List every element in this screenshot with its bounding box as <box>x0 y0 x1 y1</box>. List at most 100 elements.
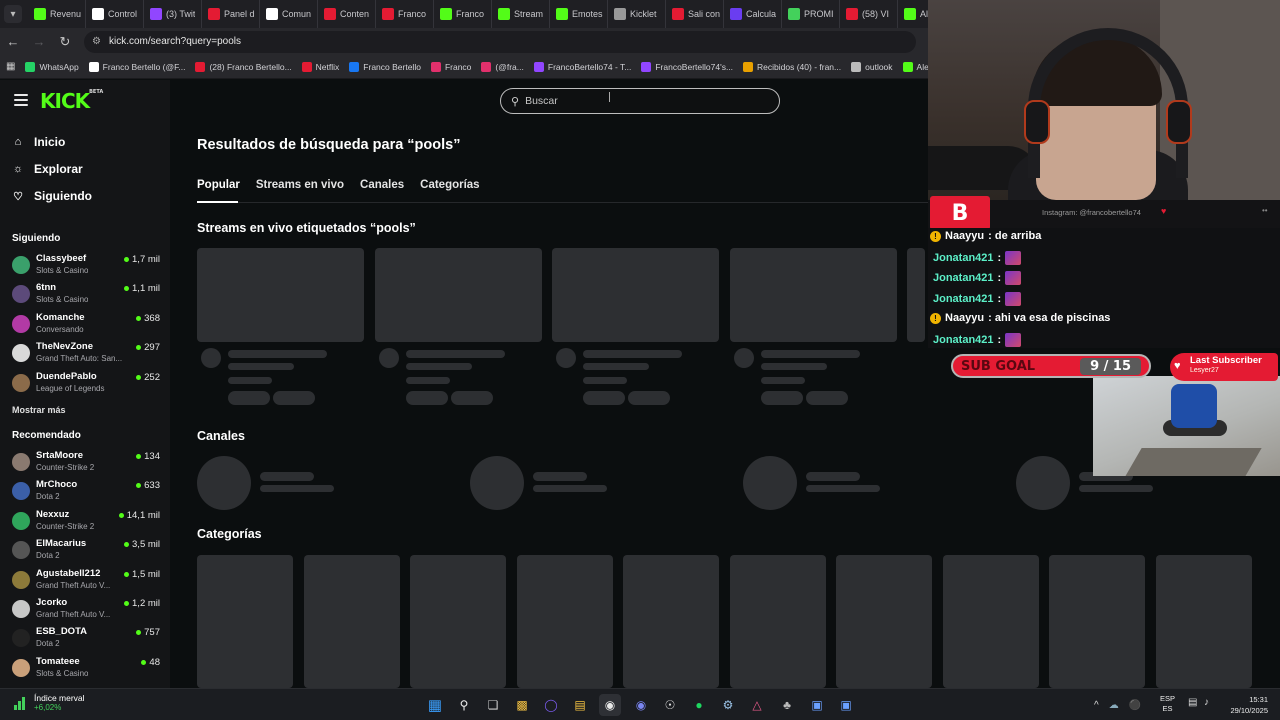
bookmark-favicon-icon <box>641 61 652 72</box>
nav-explorar[interactable]: ☼ Explorar <box>12 162 83 176</box>
channel-item[interactable]: ElMacarius Dota 2 3,5 mil <box>12 538 160 564</box>
bookmark[interactable]: (@fra... <box>481 61 524 72</box>
windows-start-icon[interactable]: ▦ <box>424 694 446 716</box>
reload-icon: ↻ <box>59 33 71 49</box>
menu-icon[interactable] <box>14 94 28 106</box>
browser-tab[interactable]: Comun <box>260 0 318 28</box>
show-more-link[interactable]: Mostrar más <box>12 405 66 415</box>
bookmark[interactable]: (28) Franco Bertello... <box>195 61 292 72</box>
browser-tab[interactable]: Control <box>86 0 144 28</box>
bookmark[interactable]: outlook <box>851 61 893 72</box>
language-indicator[interactable]: ESP ES <box>1160 694 1175 714</box>
sub-goal-bar: SUB GOAL 9 / 15 <box>951 354 1151 378</box>
bookmark[interactable]: Recibidos (40) - fran... <box>743 61 841 72</box>
tab-title: Aler <box>920 9 928 19</box>
viewer-count-text: 134 <box>144 451 160 462</box>
apps-button[interactable]: ▦ <box>6 61 15 72</box>
folder-icon[interactable]: ▤ <box>569 694 591 716</box>
chrome-icon[interactable]: ◉ <box>599 694 621 716</box>
channel-item[interactable]: DuendePablo League of Legends 252 <box>12 371 160 397</box>
spotify-icon[interactable]: ● <box>688 694 710 716</box>
browser-tab[interactable]: Conten <box>318 0 376 28</box>
chevron-up-icon[interactable]: ^ <box>1094 700 1099 711</box>
browser-tab[interactable]: Stream <box>492 0 550 28</box>
onedrive-icon[interactable]: ☁ <box>1109 700 1119 711</box>
channel-item[interactable]: SrtaMoore Counter-Strike 2 134 <box>12 450 160 476</box>
tab-channels[interactable]: Canales <box>360 179 404 201</box>
chat-text: : de arriba <box>988 230 1042 242</box>
app-icon[interactable]: ♣ <box>776 694 798 716</box>
kick-logo[interactable]: KICKBETA <box>40 89 103 113</box>
network-icon[interactable]: ▤ <box>1188 697 1197 708</box>
copilot-icon[interactable]: ◯ <box>540 694 562 716</box>
back-button[interactable]: ← <box>0 28 26 55</box>
subtitle-placeholder <box>405 363 472 370</box>
search-icon[interactable]: ⚲ <box>453 694 475 716</box>
channel-item[interactable]: ESB_DOTA Dota 2 757 <box>12 626 160 652</box>
app-icon[interactable]: △ <box>746 694 768 716</box>
channel-meta-placeholder <box>533 485 607 492</box>
chat-message: ! Naayyu: ahi va esa de piscinas <box>930 312 1110 324</box>
browser-toolbar: ← → ↻ ⚙ kick.com/search?query=pools <box>0 28 928 55</box>
browser-tab[interactable]: Sali con <box>666 0 724 28</box>
category-card-placeholder <box>410 555 506 688</box>
chat-username: Naayyu <box>945 230 985 242</box>
store-icon[interactable]: ▩ <box>511 694 533 716</box>
browser-tab[interactable]: Franco <box>376 0 434 28</box>
viewer-count-text: 14,1 mil <box>126 509 160 521</box>
stock-widget[interactable]: Índice merval +6,02% <box>14 693 85 712</box>
channel-item[interactable]: Tomateee Slots & Casino 48 <box>12 656 160 682</box>
chat-username: Jonatan421 <box>933 292 994 305</box>
browser-tab[interactable]: Calcula <box>724 0 782 28</box>
search-placeholder: Buscar <box>525 95 558 107</box>
browser-tab[interactable]: (3) Twit <box>144 0 202 28</box>
forward-button[interactable]: → <box>26 28 52 55</box>
microphone-icon[interactable]: ⚫ <box>1129 700 1141 711</box>
task-view-icon[interactable]: ❏ <box>482 694 504 716</box>
bookmark[interactable]: Franco Bertello (@F... <box>88 61 185 72</box>
bookmark[interactable]: Netflix <box>301 61 339 72</box>
address-bar[interactable]: ⚙ kick.com/search?query=pools <box>84 30 916 53</box>
clock[interactable]: 15:31 29/10/2025 <box>1224 694 1268 716</box>
viewer-count: 1,2 mil <box>124 598 160 609</box>
volume-icon[interactable]: ♪ <box>1204 697 1209 708</box>
channel-item[interactable]: Komanche Conversando 368 <box>12 312 160 338</box>
channel-item[interactable]: 6tnn Slots & Casino 1,1 mil <box>12 282 160 308</box>
bookmark[interactable]: FrancoBertello74's... <box>641 61 733 72</box>
tab-search-button[interactable]: ▾ <box>4 5 22 23</box>
browser-tab[interactable]: Aler <box>898 0 928 28</box>
channel-item[interactable]: Classybeef Slots & Casino 1,7 mil <box>12 253 160 279</box>
browser-tab[interactable]: Revenu <box>28 0 86 28</box>
channel-item[interactable]: Nexxuz Counter-Strike 2 14,1 mil <box>12 509 160 535</box>
obs-icon[interactable]: ☉ <box>659 694 681 716</box>
text-cursor <box>609 92 610 102</box>
steam-icon[interactable]: ⚙ <box>717 694 739 716</box>
monitor-icon[interactable]: ▣ <box>806 694 828 716</box>
discord-icon[interactable]: ◉ <box>630 694 652 716</box>
channel-item[interactable]: TheNevZone Grand Theft Auto: San... 297 <box>12 341 160 367</box>
app-icon[interactable]: ▣ <box>835 694 857 716</box>
subtitle-placeholder <box>760 363 827 370</box>
bookmark[interactable]: FrancoBertello74 - T... <box>533 61 631 72</box>
nav-inicio[interactable]: ⌂ Inicio <box>12 135 66 149</box>
reload-button[interactable]: ↻ <box>52 28 78 55</box>
channel-item[interactable]: MrChoco Dota 2 633 <box>12 479 160 505</box>
bookmark[interactable]: WhatsApp <box>25 61 79 72</box>
bookmark[interactable]: Franco Bertello <box>349 61 421 72</box>
browser-tab[interactable]: Emotes <box>550 0 608 28</box>
bookmark[interactable]: Franco <box>430 61 471 72</box>
favicon-icon <box>150 8 162 20</box>
nav-siguiendo[interactable]: ♡ Siguiendo <box>12 189 92 203</box>
channel-item[interactable]: Jcorko Grand Theft Auto V... 1,2 mil <box>12 597 160 623</box>
search-input[interactable]: ⚲ Buscar <box>500 88 780 114</box>
tab-streams[interactable]: Streams en vivo <box>256 179 344 201</box>
browser-tab[interactable]: Panel d <box>202 0 260 28</box>
browser-tab[interactable]: Kicklet <box>608 0 666 28</box>
browser-tab[interactable]: Franco <box>434 0 492 28</box>
browser-tab[interactable]: (58) VI <box>840 0 898 28</box>
channel-item[interactable]: Agustabell212 Grand Theft Auto V... 1,5 mi… <box>12 568 160 594</box>
tab-popular[interactable]: Popular <box>197 179 240 201</box>
bookmark[interactable]: Aler <box>902 61 928 72</box>
tab-categories[interactable]: Categorías <box>420 179 479 201</box>
browser-tab[interactable]: PROMI <box>782 0 840 28</box>
